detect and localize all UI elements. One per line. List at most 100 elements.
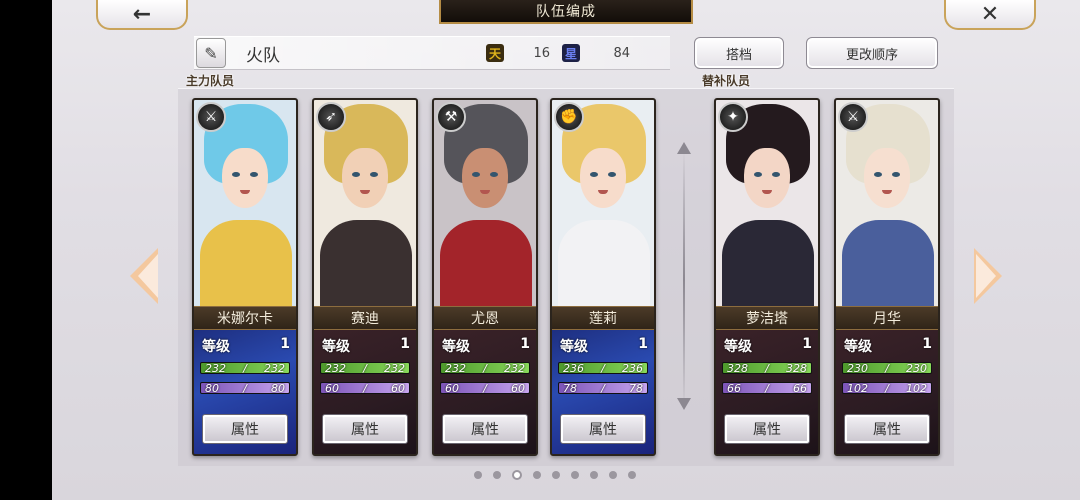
character-name: 月华: [836, 306, 938, 330]
character-stats: 等级 1 328/ 328 66/ 66 属性: [716, 330, 818, 454]
level-row: 等级 1: [724, 336, 812, 356]
attributes-button[interactable]: 属性: [844, 414, 930, 444]
page-dot[interactable]: [552, 471, 560, 479]
edit-team-name-icon[interactable]: ✎: [196, 38, 226, 68]
page-dot[interactable]: [590, 471, 598, 479]
back-button[interactable]: ←: [96, 0, 188, 30]
mp-bar: 102/ 102: [842, 381, 932, 395]
page-dot[interactable]: [628, 471, 636, 479]
attributes-button[interactable]: 属性: [442, 414, 528, 444]
character-card[interactable]: ⚒ 尤恩 等级 1 232/ 232 60/ 60 属性: [432, 98, 538, 456]
change-order-button[interactable]: 更改顺序: [806, 37, 938, 69]
swap-up-arrow-icon: [677, 142, 691, 154]
hp-current: 236: [563, 361, 584, 375]
portrait-eye: [874, 172, 882, 177]
level-value: 1: [280, 336, 290, 352]
left-black-strip: [0, 0, 52, 500]
weapon-type-icon: ✊: [554, 102, 584, 132]
portrait-mouth: [762, 190, 772, 194]
level-label: 等级: [322, 339, 350, 355]
page-title: 队伍编成: [439, 0, 693, 24]
page-indicator: [474, 470, 636, 480]
mp-bar: 66/ 66: [722, 381, 812, 395]
hp-bar: 232/ 232: [440, 361, 530, 375]
page-dot[interactable]: [533, 471, 541, 479]
portrait-mouth: [882, 190, 892, 194]
attributes-button[interactable]: 属性: [322, 414, 408, 444]
attributes-button[interactable]: 属性: [724, 414, 810, 444]
mp-current: 60: [445, 381, 459, 395]
character-card[interactable]: ➶ 赛迪 等级 1 232/ 232 60/ 60 属性: [312, 98, 418, 456]
hp-current: 232: [205, 361, 226, 375]
portrait-mouth: [480, 190, 490, 194]
level-row: 等级 1: [322, 336, 410, 356]
level-value: 1: [802, 336, 812, 352]
character-card[interactable]: ⚔ 月华 等级 1 230/ 230 102/ 102 属性: [834, 98, 940, 456]
level-value: 1: [520, 336, 530, 352]
hp-current: 232: [445, 361, 466, 375]
character-portrait: ⚔: [194, 100, 296, 310]
close-button[interactable]: ✕: [944, 0, 1036, 30]
mp-current: 78: [563, 381, 577, 395]
character-name: 尤恩: [434, 306, 536, 330]
portrait-face: [864, 148, 910, 208]
prev-page-arrow-inner: [138, 254, 158, 298]
hp-max: 236: [622, 361, 643, 375]
character-card[interactable]: ✦ 萝洁塔 等级 1 328/ 328 66/ 66 属性: [714, 98, 820, 456]
level-label: 等级: [202, 339, 230, 355]
mp-current: 80: [205, 381, 219, 395]
weapon-type-icon: ⚒: [436, 102, 466, 132]
character-name: 莲莉: [552, 306, 654, 330]
portrait-eye: [754, 172, 762, 177]
attributes-button[interactable]: 属性: [202, 414, 288, 444]
character-stats: 等级 1 232/ 232 80/ 80 属性: [194, 330, 296, 454]
page-dot[interactable]: [571, 471, 579, 479]
character-portrait: ✦: [716, 100, 818, 310]
team-formation-screen: ← 队伍编成 ✕ ✎ 火队 天 16 星 84 搭档 更改顺序 主力队员 替补队…: [52, 0, 1080, 500]
mp-max: 60: [391, 381, 405, 395]
hp-max: 232: [264, 361, 285, 375]
hp-current: 230: [847, 361, 868, 375]
bench-divider: [683, 150, 685, 410]
portrait-eye: [472, 172, 480, 177]
portrait-mouth: [598, 190, 608, 194]
portrait-face: [580, 148, 626, 208]
weapon-type-icon: ⚔: [196, 102, 226, 132]
portrait-eye: [490, 172, 498, 177]
page-dot[interactable]: [512, 470, 522, 480]
character-stats: 等级 1 232/ 232 60/ 60 属性: [434, 330, 536, 454]
sub-members-label: 替补队员: [702, 74, 751, 88]
partner-button[interactable]: 搭档: [694, 37, 784, 69]
attributes-button[interactable]: 属性: [560, 414, 646, 444]
portrait-face: [342, 148, 388, 208]
character-card[interactable]: ✊ 莲莉 等级 1 236/ 236 78/ 78 属性: [550, 98, 656, 456]
mp-bar: 80/ 80: [200, 381, 290, 395]
portrait-eye: [892, 172, 900, 177]
page-dot[interactable]: [493, 471, 501, 479]
hp-max: 328: [786, 361, 807, 375]
weapon-type-icon: ➶: [316, 102, 346, 132]
mp-max: 66: [793, 381, 807, 395]
level-label: 等级: [724, 339, 752, 355]
page-dot[interactable]: [609, 471, 617, 479]
portrait-eye: [608, 172, 616, 177]
next-page-arrow-inner: [976, 254, 996, 298]
mp-max: 60: [511, 381, 525, 395]
page-dot[interactable]: [474, 471, 482, 479]
portrait-body: [440, 220, 532, 310]
main-members-label: 主力队员: [186, 74, 235, 88]
level-value: 1: [922, 336, 932, 352]
character-portrait: ⚒: [434, 100, 536, 310]
character-portrait: ➶: [314, 100, 416, 310]
portrait-eye: [590, 172, 598, 177]
character-card[interactable]: ⚔ 米娜尔卡 等级 1 232/ 232 80/ 80 属性: [192, 98, 298, 456]
character-portrait: ✊: [552, 100, 654, 310]
mp-bar: 78/ 78: [558, 381, 648, 395]
level-row: 等级 1: [202, 336, 290, 356]
mp-current: 102: [847, 381, 868, 395]
hp-max: 230: [906, 361, 927, 375]
hp-bar: 236/ 236: [558, 361, 648, 375]
close-icon: ✕: [980, 1, 1000, 27]
character-portrait: ⚔: [836, 100, 938, 310]
level-row: 等级 1: [442, 336, 530, 356]
